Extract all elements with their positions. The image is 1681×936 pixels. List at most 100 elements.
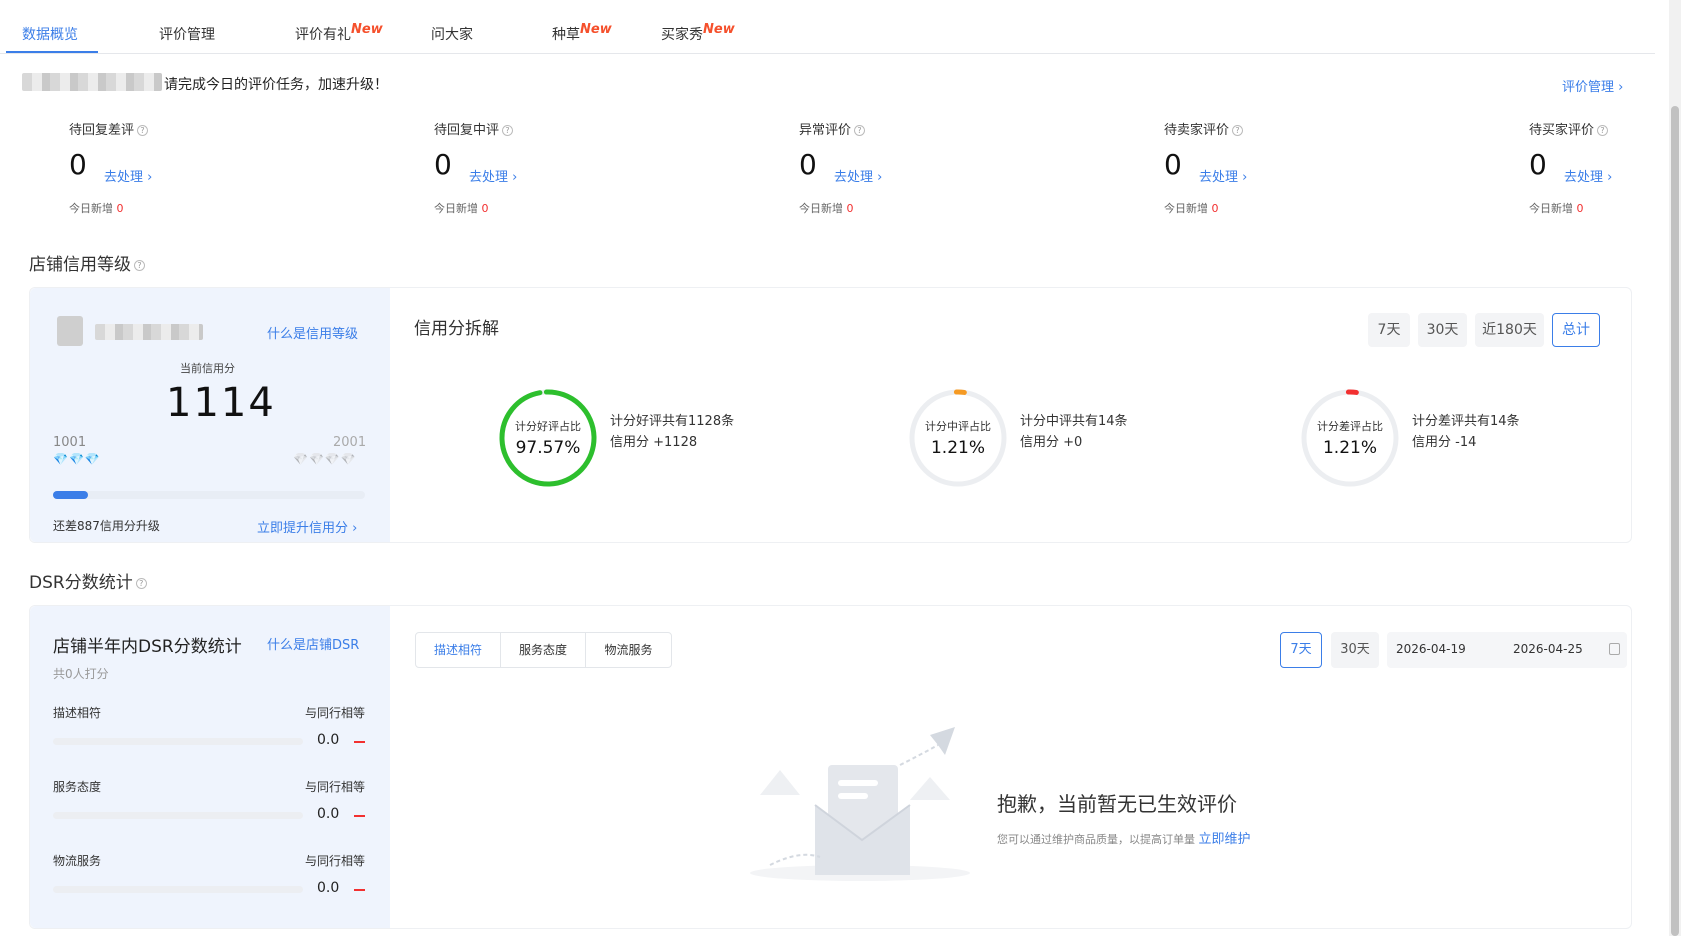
- ring-desc-count: 计分好评共有1128条: [610, 414, 735, 429]
- stat-value: 0: [434, 148, 452, 181]
- dsr-row-compare: 与同行相等: [305, 780, 366, 794]
- credit-progress-fill: [53, 491, 89, 499]
- help-icon[interactable]: ?: [1232, 125, 1244, 136]
- active-tab-indicator: [6, 51, 98, 53]
- ring-label: 计分好评占比: [515, 420, 581, 433]
- date-range-picker[interactable]: 2026-04-19 2026-04-25: [1387, 632, 1627, 668]
- dsr-tab-logistics[interactable]: 物流服务: [586, 633, 671, 667]
- stat-value: 0: [799, 148, 817, 181]
- help-icon[interactable]: ?: [1597, 125, 1609, 136]
- today-new: 今日新增 0: [799, 202, 854, 215]
- upgrade-credit-link[interactable]: 立即提升信用分 ›: [257, 517, 357, 536]
- stat-value: 0: [69, 148, 87, 181]
- date-start[interactable]: 2026-04-19: [1396, 642, 1466, 656]
- tab-recommend[interactable]: 种草New: [552, 22, 612, 44]
- diamond-icon: 💎💎💎💎: [293, 452, 357, 466]
- ring-desc-score: 信用分 -14: [1412, 435, 1477, 450]
- min-credit-label: 1001: [53, 435, 87, 450]
- date-end[interactable]: 2026-04-25: [1513, 642, 1583, 656]
- process-link[interactable]: 去处理 ›: [1199, 166, 1247, 185]
- trend-dash-icon: [354, 889, 365, 891]
- tab-bar: [0, 0, 1655, 54]
- ring-label: 计分差评占比: [1317, 420, 1383, 433]
- dsr-tabs: 描述相符 服务态度 物流服务: [415, 632, 672, 668]
- period-30d-button[interactable]: 30天: [1418, 313, 1467, 347]
- dsr-section-title: DSR分数统计?: [29, 568, 147, 593]
- dsr-row-bar: [53, 738, 303, 745]
- period-180d-button[interactable]: 近180天: [1475, 313, 1544, 347]
- avatar: [57, 316, 83, 346]
- dsr-tab-service[interactable]: 服务态度: [501, 633, 586, 667]
- dsr-tab-description[interactable]: 描述相符: [416, 633, 501, 667]
- ring-value: 97.57%: [515, 438, 581, 458]
- scrollbar-thumb[interactable]: [1671, 106, 1679, 936]
- dsr-period-30d-button[interactable]: 30天: [1331, 632, 1379, 668]
- dsr-row-bar: [53, 812, 303, 819]
- dsr-row-value: 0.0: [317, 880, 340, 896]
- max-credit-label: 2001: [333, 435, 367, 450]
- process-link[interactable]: 去处理 ›: [104, 166, 152, 185]
- what-is-credit-link[interactable]: 什么是信用等级: [267, 323, 358, 342]
- today-new: 今日新增 0: [69, 202, 124, 215]
- tab-ask-everyone[interactable]: 问大家: [431, 24, 473, 44]
- new-badge: New: [580, 22, 612, 37]
- today-new: 今日新增 0: [1164, 202, 1219, 215]
- stat-title: 待卖家评价?: [1164, 119, 1244, 138]
- tab-review-management[interactable]: 评价管理: [159, 24, 215, 44]
- help-icon[interactable]: ?: [137, 125, 149, 136]
- tab-buyer-show[interactable]: 买家秀New: [661, 22, 735, 44]
- maintain-now-link[interactable]: 立即维护: [1199, 832, 1251, 847]
- stat-value: 0: [1164, 148, 1182, 181]
- new-badge: New: [351, 22, 383, 37]
- current-credit-label: 当前信用分: [180, 362, 235, 375]
- today-new: 今日新增 0: [434, 202, 489, 215]
- stat-title: 异常评价?: [799, 119, 866, 138]
- help-icon[interactable]: ?: [854, 125, 866, 136]
- period-7d-button[interactable]: 7天: [1368, 313, 1410, 347]
- dsr-card-title: 店铺半年内DSR分数统计: [53, 637, 242, 657]
- ring-label: 计分中评占比: [925, 420, 991, 433]
- ring-value: 1.21%: [1322, 438, 1377, 458]
- ring-desc-count: 计分差评共有14条: [1412, 414, 1520, 429]
- what-is-dsr-link[interactable]: 什么是店铺DSR: [267, 634, 359, 653]
- trend-dash-icon: [354, 741, 365, 743]
- calendar-icon[interactable]: [1609, 643, 1620, 655]
- current-credit-value: 1114: [166, 380, 276, 426]
- stat-value: 0: [1529, 148, 1547, 181]
- process-link[interactable]: 去处理 ›: [1564, 166, 1612, 185]
- dsr-row-value: 0.0: [317, 806, 340, 822]
- process-link[interactable]: 去处理 ›: [834, 166, 882, 185]
- stat-title: 待买家评价?: [1529, 119, 1609, 138]
- tab-data-overview[interactable]: 数据概览: [22, 24, 78, 44]
- ring-description: 计分好评共有1128条 信用分 +1128: [610, 411, 734, 453]
- tab-review-gifts[interactable]: 评价有礼New: [295, 22, 383, 44]
- new-badge: New: [703, 22, 735, 37]
- empty-state-title: 抱歉，当前暂无已生效评价: [997, 792, 1237, 816]
- dsr-period-7d-button[interactable]: 7天: [1280, 632, 1322, 668]
- trend-dash-icon: [354, 815, 365, 817]
- credit-gap-text: 还差887信用分升级: [53, 519, 160, 533]
- page-scrollbar[interactable]: [1669, 0, 1681, 936]
- period-total-button[interactable]: 总计: [1552, 313, 1600, 347]
- stat-title: 待回复差评?: [69, 119, 149, 138]
- help-icon[interactable]: ?: [134, 259, 145, 271]
- dsr-row-bar: [53, 886, 303, 893]
- dsr-row-compare: 与同行相等: [305, 854, 366, 868]
- today-new: 今日新增 0: [1529, 202, 1584, 215]
- empty-state-desc: 您可以通过维护商品质量，以提高订单量 立即维护: [997, 832, 1251, 847]
- ring-desc-score: 信用分 +0: [1020, 435, 1083, 450]
- ring-description: 计分中评共有14条 信用分 +0: [1020, 411, 1128, 453]
- dsr-row-label: 物流服务: [53, 854, 102, 868]
- help-icon[interactable]: ?: [502, 125, 514, 136]
- ring-description: 计分差评共有14条 信用分 -14: [1412, 411, 1520, 453]
- process-link[interactable]: 去处理 ›: [469, 166, 517, 185]
- help-icon[interactable]: ?: [135, 577, 147, 589]
- credit-breakdown-title: 信用分拆解: [414, 319, 499, 339]
- blurred-shop-name: [22, 73, 162, 91]
- review-management-link[interactable]: 评价管理 ›: [1562, 76, 1623, 95]
- diamond-icon: 💎💎💎: [53, 452, 101, 466]
- task-banner-text: 请完成今日的评价任务，加速升级！: [164, 77, 388, 93]
- dsr-row-label: 服务态度: [53, 780, 102, 794]
- ring-desc-count: 计分中评共有14条: [1020, 414, 1128, 429]
- ring-value: 1.21%: [930, 438, 985, 458]
